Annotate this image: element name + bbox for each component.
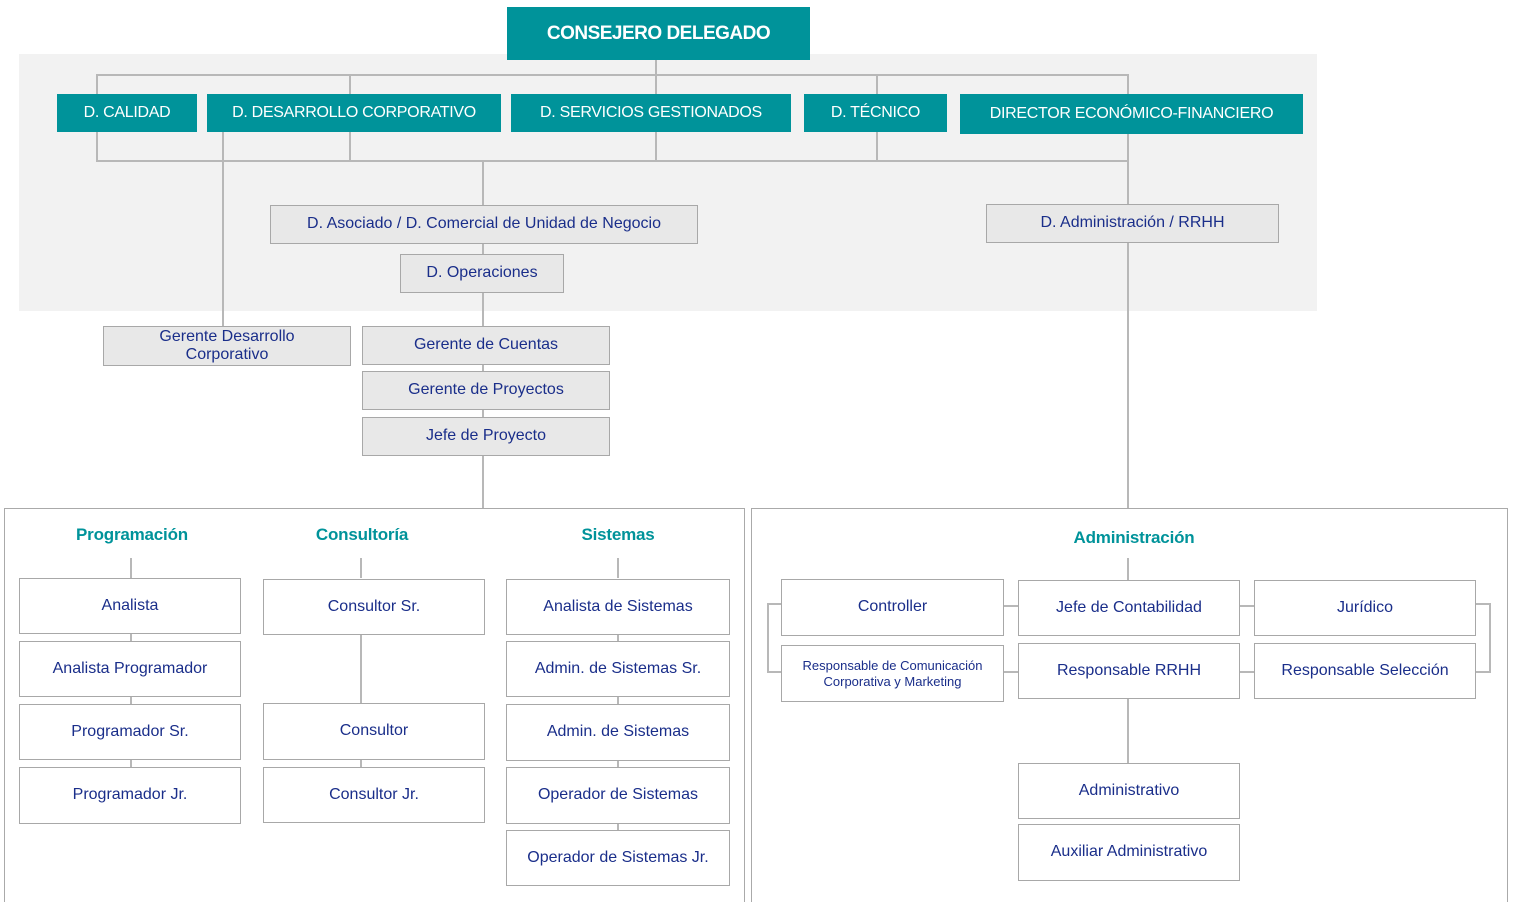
jefe-contabilidad-box: Jefe de Contabilidad: [1018, 580, 1240, 636]
connector-line: [1003, 671, 1018, 673]
connector-line: [767, 603, 781, 605]
responsable-seleccion-box: Responsable Selección: [1254, 643, 1476, 699]
connector-line: [1003, 605, 1018, 607]
role-box: Consultor Sr.: [263, 579, 485, 635]
role-box: Operador de Sistemas: [506, 767, 730, 824]
gerente-desarrollo-box: Gerente Desarrollo Corporativo: [103, 326, 351, 366]
role-box: Analista: [19, 578, 241, 634]
comunicacion-box: Responsable de Comunicación Corporativa …: [781, 645, 1004, 702]
connector-line: [1127, 558, 1129, 580]
role-box: Programador Sr.: [19, 704, 241, 760]
connector-line: [617, 558, 619, 578]
role-box: Operador de Sistemas Jr.: [506, 830, 730, 886]
role-box: Admin. de Sistemas Sr.: [506, 641, 730, 697]
role-box: Admin. de Sistemas: [506, 704, 730, 761]
connector-line: [1127, 74, 1129, 508]
director-desarrollo-box: D. DESARROLLO CORPORATIVO: [207, 94, 501, 132]
gerente-cuentas-box: Gerente de Cuentas: [362, 326, 610, 365]
management-band: [19, 54, 1317, 311]
org-chart: CONSEJERO DELEGADO D. CALIDAD D. DESARRO…: [0, 0, 1515, 902]
connector-line: [222, 132, 224, 327]
sistemas-heading: Sistemas: [581, 525, 655, 544]
director-tecnico-box: D. TÉCNICO: [804, 94, 947, 132]
connector-line: [130, 558, 132, 578]
connector-line: [767, 603, 769, 673]
role-box: Consultor: [263, 703, 485, 760]
juridico-box: Jurídico: [1254, 580, 1476, 636]
director-financiero-box: DIRECTOR ECONÓMICO-FINANCIERO: [960, 94, 1303, 134]
director-operaciones-box: D. Operaciones: [400, 254, 564, 293]
director-administracion-box: D. Administración / RRHH: [986, 204, 1279, 243]
auxiliar-administrativo-box: Auxiliar Administrativo: [1018, 824, 1240, 881]
consultoria-heading: Consultoría: [315, 525, 409, 544]
connector-line: [1489, 603, 1491, 673]
connector-line: [360, 558, 362, 578]
role-box: Analista Programador: [19, 641, 241, 697]
responsable-rrhh-box: Responsable RRHH: [1018, 643, 1240, 699]
connector-line: [767, 671, 781, 673]
role-box: Programador Jr.: [19, 767, 241, 824]
director-asociado-box: D. Asociado / D. Comercial de Unidad de …: [270, 205, 698, 244]
connector-line: [1475, 671, 1491, 673]
administracion-heading: Administración: [1073, 528, 1195, 547]
connector-line: [1239, 605, 1254, 607]
controller-box: Controller: [781, 579, 1004, 636]
ceo-box: CONSEJERO DELEGADO: [507, 7, 810, 60]
connector-line: [1127, 698, 1129, 764]
director-calidad-box: D. CALIDAD: [57, 94, 197, 132]
gerente-proyectos-box: Gerente de Proyectos: [362, 371, 610, 410]
administrativo-box: Administrativo: [1018, 763, 1240, 819]
director-servicios-box: D. SERVICIOS GESTIONADOS: [511, 94, 791, 132]
role-box: Consultor Jr.: [263, 767, 485, 823]
programacion-heading: Programación: [76, 525, 188, 544]
connector-line: [1239, 671, 1254, 673]
connector-line: [96, 160, 1129, 162]
role-box: Analista de Sistemas: [506, 579, 730, 635]
jefe-proyecto-box: Jefe de Proyecto: [362, 417, 610, 456]
connector-line: [96, 74, 1129, 76]
